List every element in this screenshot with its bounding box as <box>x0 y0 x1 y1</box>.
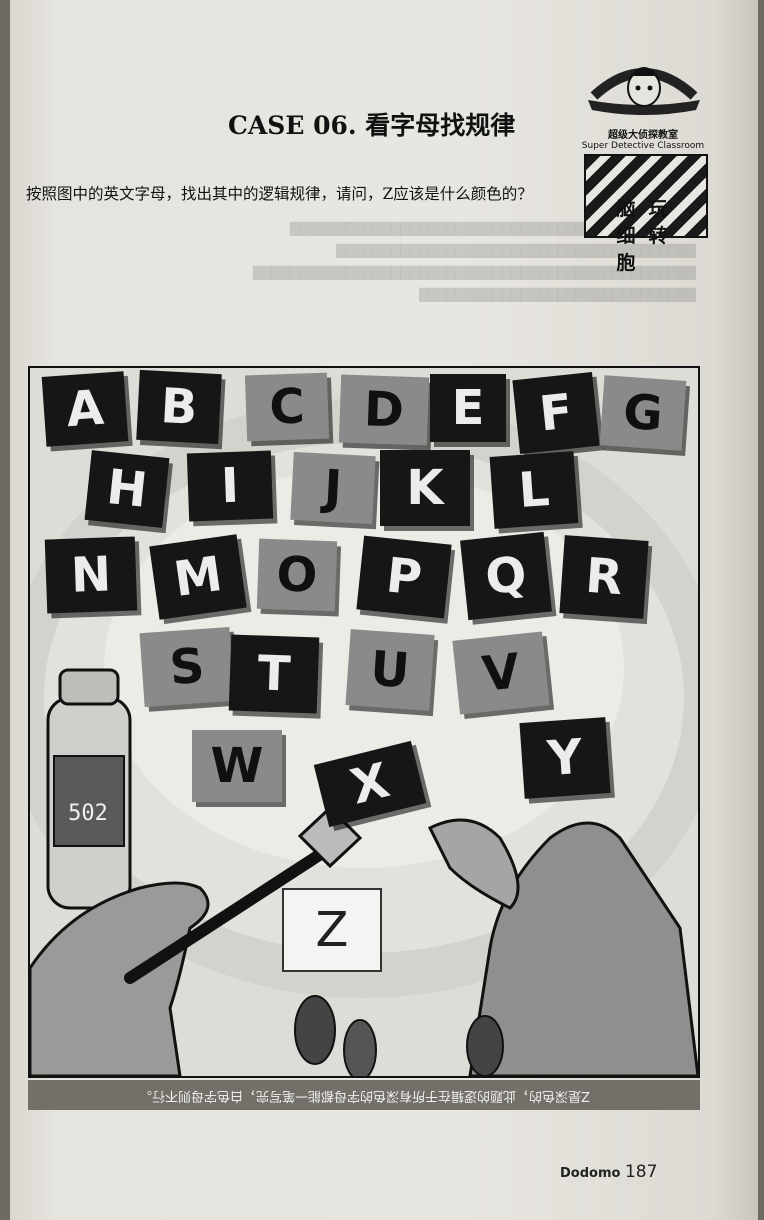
svg-text:502: 502 <box>68 801 108 826</box>
brand-name: Dodomo <box>560 1166 621 1181</box>
letter-tile-k: K <box>380 450 470 526</box>
glue-bottle-icon: 502 <box>46 668 132 910</box>
badge-vertical-right: 玩转 <box>648 198 668 247</box>
letter-tile-q: Q <box>460 531 552 621</box>
letter-tile-v: V <box>452 631 550 715</box>
letter-tile-z: Z <box>282 888 382 972</box>
page-number: 187 <box>624 1162 658 1182</box>
letter-tile-u: U <box>345 629 435 711</box>
letter-tile-j: J <box>290 451 376 525</box>
page-footer: Dodomo 187 <box>560 1162 657 1182</box>
badge-vertical-left: 脑细胞 <box>616 198 636 274</box>
letter-tile-n: N <box>44 536 138 614</box>
detective-emblem-icon <box>588 67 700 115</box>
letter-tile-s: S <box>139 626 235 708</box>
badge-en-title: Super Detective Classroom <box>581 141 705 151</box>
letter-tile-w: W <box>192 730 282 802</box>
letter-tile-y: Y <box>519 717 611 799</box>
letter-tile-c: C <box>244 372 330 442</box>
letter-tile-o: O <box>256 538 338 612</box>
letter-tile-m: M <box>149 534 247 620</box>
letter-tile-h: H <box>84 450 170 528</box>
letter-tile-e: E <box>430 374 506 442</box>
classroom-badge: 超级大侦探教室 Super Detective Classroom <box>580 48 710 238</box>
letter-tile-p: P <box>356 535 452 619</box>
letter-tile-g: G <box>599 375 687 451</box>
letter-tile-l: L <box>489 451 579 529</box>
question-text: 按照图中的英文字母，找出其中的逻辑规律，请问，Z应该是什么颜色的？ <box>26 185 533 203</box>
illustration-panel: 502 ABCDEFGHIJKLNMOPQRSTUVWXYZ <box>28 366 700 1078</box>
letter-tile-b: B <box>136 369 222 445</box>
letter-tile-f: F <box>512 372 600 454</box>
case-title: CASE 06. 看字母找规律 <box>228 111 516 140</box>
letter-tile-i: I <box>186 450 274 522</box>
letter-tile-t: T <box>228 634 320 714</box>
book-page: ████████████████████████████████████████… <box>10 0 758 1220</box>
letter-tile-a: A <box>41 371 129 447</box>
letter-tile-d: D <box>338 374 430 446</box>
upside-down-answer: Z是深色的，此题的逻辑在于所有深色的字母都能一笔写完，白色字母则不行。 <box>28 1080 700 1110</box>
badge-cn-title: 超级大侦探教室 <box>608 130 678 141</box>
letter-tile-r: R <box>559 535 649 619</box>
